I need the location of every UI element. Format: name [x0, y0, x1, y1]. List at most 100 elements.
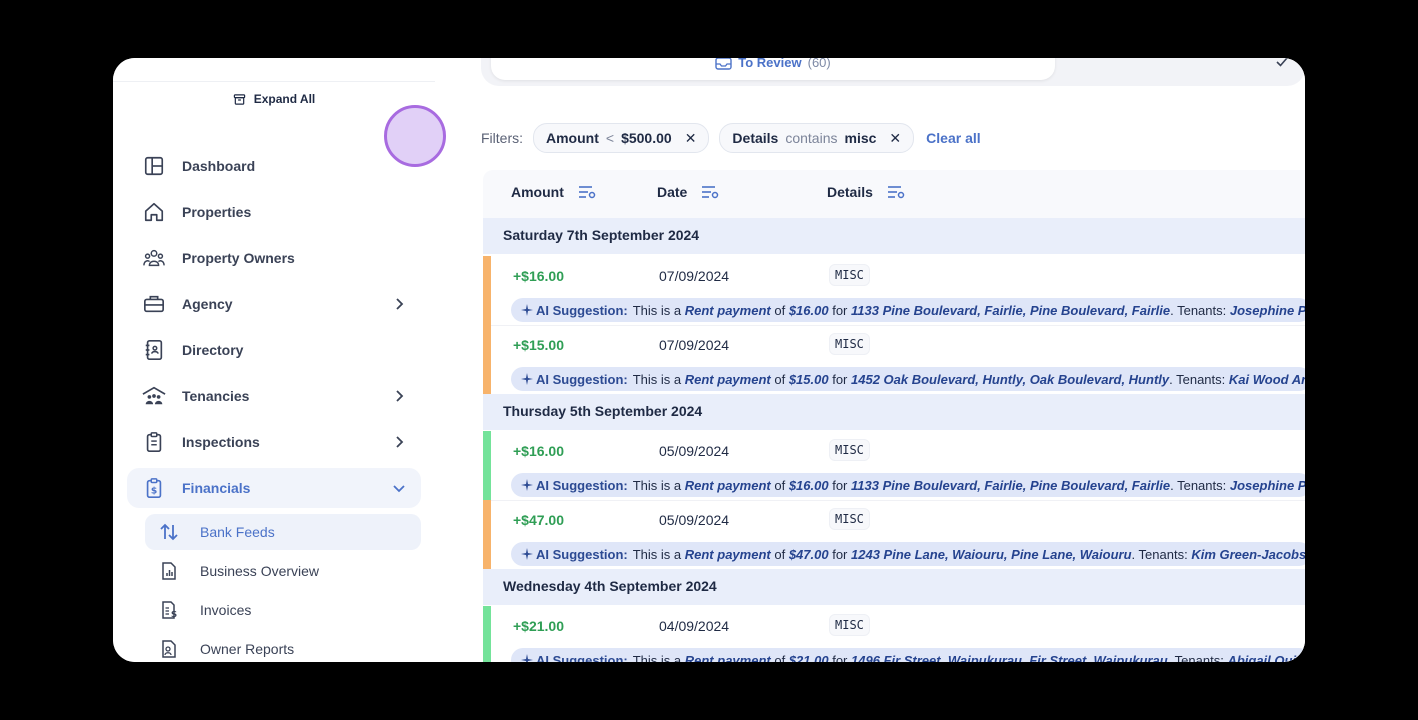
column-header-details[interactable]: Details	[827, 184, 905, 200]
sidebar-subitem-bank-feeds[interactable]: Bank Feeds	[145, 514, 421, 550]
clear-all-link[interactable]: Clear all	[926, 130, 980, 146]
mail-icon	[715, 58, 732, 70]
date-group-label: Wednesday 4th September 2024	[503, 578, 717, 594]
ai-suggestion[interactable]: AI Suggestion: This is a Rent payment of…	[511, 542, 1305, 566]
report-chart-icon	[159, 561, 181, 581]
sidebar-item-financials[interactable]: $ Financials	[127, 468, 421, 508]
suggestion-text: for	[832, 302, 848, 318]
invoice-icon: $	[159, 600, 181, 620]
suggestion-amount: $16.00	[788, 302, 829, 318]
filter-chip-details[interactable]: Details contains misc ✕	[719, 123, 915, 153]
filter-key: Amount	[546, 130, 599, 146]
transactions-table: Amount Date Details Saturday 7th Septemb…	[483, 170, 1305, 662]
close-icon[interactable]: ✕	[889, 130, 901, 147]
suggestion-amount: $21.00	[788, 652, 829, 663]
filters-bar: Filters: Amount < $500.00 ✕ Details cont…	[481, 123, 981, 153]
suggestion-tenants: Abigail Quinn-J	[1227, 652, 1305, 663]
suggestion-text: for	[832, 371, 848, 387]
tab-label: To Review	[738, 58, 802, 70]
people-icon	[141, 247, 167, 269]
suggestion-address: 1496 Fir Street, Waipukurau, Fir Street,…	[851, 652, 1168, 663]
sidebar-item-label: Properties	[182, 204, 252, 220]
suggestion-type: Rent payment	[684, 371, 771, 387]
expand-all-button[interactable]: Expand All	[113, 92, 435, 106]
arrows-updown-icon	[159, 522, 181, 542]
date-group-header: Saturday 7th September 2024	[483, 218, 1305, 254]
sidebar-item-label: Dashboard	[182, 158, 256, 174]
table-header: Amount Date Details	[483, 170, 1305, 218]
ai-suggestion[interactable]: AI Suggestion: This is a Rent payment of…	[511, 648, 1305, 662]
tab-to-review[interactable]: To Review (60)	[491, 58, 1055, 80]
sidebar-item-dashboard[interactable]: Dashboard	[127, 146, 421, 186]
suggestion-address: 1133 Pine Boulevard, Fairlie, Pine Boule…	[851, 477, 1171, 493]
ai-suggestion[interactable]: AI Suggestion: This is a Rent payment of…	[511, 298, 1305, 322]
column-header-date[interactable]: Date	[657, 184, 719, 200]
table-row[interactable]: +$21.00 04/09/2024 MISC AI Suggestion: T…	[483, 606, 1305, 662]
sparkle-icon	[521, 479, 533, 491]
row-amount: +$15.00	[513, 337, 564, 353]
check-icon[interactable]	[1275, 58, 1289, 69]
table-row[interactable]: +$47.00 05/09/2024 MISC AI Suggestion: T…	[483, 500, 1305, 569]
status-bar	[483, 256, 491, 325]
suggestion-address: 1133 Pine Boulevard, Fairlie, Pine Boule…	[851, 302, 1171, 318]
filter-settings-icon[interactable]	[887, 184, 905, 200]
filter-value: misc	[844, 130, 877, 146]
sidebar-subitem-label: Invoices	[200, 602, 252, 618]
filter-settings-icon[interactable]	[701, 184, 719, 200]
suggestion-text: . Tenants:	[1170, 477, 1227, 493]
sidebar-subitem-label: Owner Reports	[200, 641, 295, 657]
sidebar-item-properties[interactable]: Properties	[127, 192, 421, 232]
status-bar	[483, 500, 491, 569]
sidebar-item-agency[interactable]: Agency	[127, 284, 421, 324]
suggestion-text: This is a	[632, 477, 682, 493]
archive-icon	[233, 93, 245, 105]
column-header-label: Details	[827, 184, 873, 200]
sidebar-item-inspections[interactable]: Inspections	[127, 422, 421, 462]
ai-suggestion[interactable]: AI Suggestion: This is a Rent payment of…	[511, 367, 1305, 391]
row-details-badge: MISC	[829, 264, 870, 286]
sidebar-item-label: Tenancies	[182, 388, 250, 404]
date-group-header: Wednesday 4th September 2024	[483, 569, 1305, 605]
tenants-icon	[141, 385, 167, 407]
sidebar-item-directory[interactable]: Directory	[127, 330, 421, 370]
sidebar-item-tenancies[interactable]: Tenancies	[127, 376, 421, 416]
ai-suggestion[interactable]: AI Suggestion: This is a Rent payment of…	[511, 473, 1305, 497]
row-details-badge: MISC	[829, 333, 870, 355]
status-bar	[483, 431, 491, 500]
column-header-amount[interactable]: Amount	[511, 184, 596, 200]
suggestion-address: 1452 Oak Boulevard, Huntly, Oak Boulevar…	[851, 371, 1170, 387]
sparkle-icon	[521, 373, 533, 385]
sidebar-subitem-owner-reports[interactable]: Owner Reports	[145, 631, 421, 662]
sidebar-subitem-invoices[interactable]: $ Invoices	[145, 592, 421, 628]
chevron-right-icon	[396, 298, 404, 310]
filter-chip-amount[interactable]: Amount < $500.00 ✕	[533, 123, 710, 153]
filter-settings-icon[interactable]	[578, 184, 596, 200]
suggestion-type: Rent payment	[684, 546, 771, 562]
chevron-right-icon	[396, 390, 404, 402]
table-row[interactable]: +$15.00 07/09/2024 MISC AI Suggestion: T…	[483, 325, 1305, 394]
sidebar-item-property-owners[interactable]: Property Owners	[127, 238, 421, 278]
table-row[interactable]: +$16.00 07/09/2024 MISC AI Suggestion: T…	[483, 256, 1305, 325]
row-amount: +$21.00	[513, 618, 564, 634]
status-bar	[483, 325, 491, 394]
suggestion-type: Rent payment	[684, 652, 771, 663]
table-row[interactable]: +$16.00 05/09/2024 MISC AI Suggestion: T…	[483, 431, 1305, 500]
date-group-header: Thursday 5th September 2024	[483, 394, 1305, 430]
suggestion-text: for	[832, 477, 848, 493]
row-date: 05/09/2024	[659, 512, 730, 528]
suggestion-text: of	[774, 546, 786, 562]
sidebar-subitem-business-overview[interactable]: Business Overview	[145, 553, 421, 589]
app-window: Expand All Dashboard Properties Property…	[113, 58, 1305, 662]
main-content: To Review (60) Filters: Amount < $500.00…	[435, 58, 1305, 662]
row-date: 07/09/2024	[659, 337, 730, 353]
row-date: 07/09/2024	[659, 268, 730, 284]
filters-label: Filters:	[481, 130, 523, 146]
sidebar-subitem-label: Bank Feeds	[200, 524, 275, 540]
suggestion-text: . Tenants:	[1167, 652, 1224, 663]
close-icon[interactable]: ✕	[685, 130, 697, 147]
suggestion-text: This is a	[632, 546, 682, 562]
ai-suggestion-prefix: AI Suggestion:	[521, 478, 628, 493]
suggestion-text: of	[774, 371, 786, 387]
suggestion-type: Rent payment	[684, 302, 771, 318]
sparkle-icon	[521, 654, 533, 662]
